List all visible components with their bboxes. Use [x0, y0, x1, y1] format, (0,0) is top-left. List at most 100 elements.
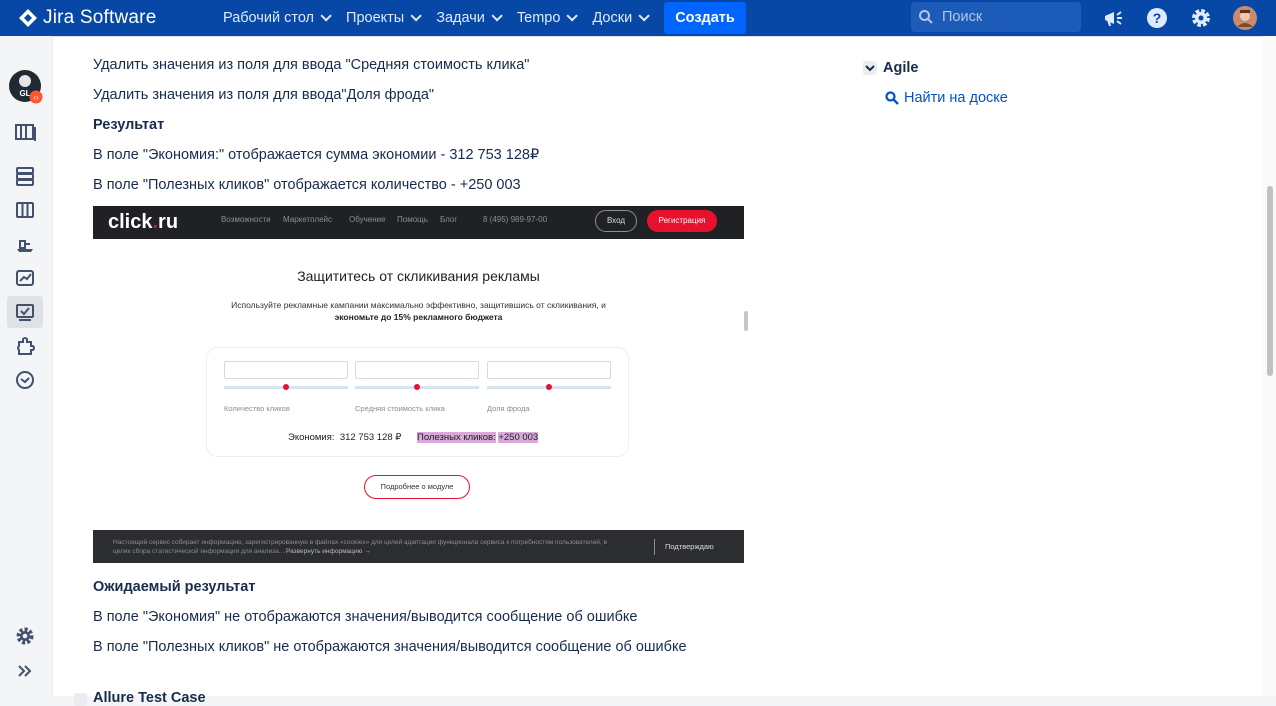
project-settings-icon[interactable] [11, 622, 39, 650]
economy-value: 312 753 128 ₽ [339, 432, 402, 443]
useful-clicks-value: +250 003 [498, 432, 539, 443]
nav-dashboard-label: Рабочий стол [223, 10, 315, 26]
description-line: В поле "Экономия:" отображается сумма эк… [93, 147, 540, 163]
site-title: Защититесь от скликивания рекламы [297, 268, 540, 284]
logo-tld: ru [158, 211, 179, 233]
jira-diamond-icon [19, 9, 37, 27]
nav-dashboard[interactable]: Рабочий стол [214, 0, 337, 36]
scrollbar-thumb[interactable] [1267, 186, 1273, 376]
agile-section-title: Agile [883, 60, 919, 76]
site-menu-item: Маркетплейс [283, 215, 333, 224]
nav-tempo-label: Tempo [516, 10, 561, 26]
expected-result-heading: Ожидаемый результат [93, 579, 256, 595]
chevron-down-icon [320, 10, 332, 22]
site-subtitle: Используйте рекламные кампании максималь… [231, 300, 606, 310]
chevron-down-icon [410, 10, 422, 22]
avg-cost-slider [355, 384, 479, 390]
site-menu-item: Возможности [221, 215, 271, 224]
svg-text:?: ? [1153, 10, 1162, 26]
expand-sidebar-icon[interactable] [11, 657, 39, 685]
page-scrollbar[interactable] [1263, 36, 1276, 696]
expected-line: В поле "Полезных кликов" не отображаются… [93, 639, 687, 655]
app-name: Jira Software [43, 7, 157, 28]
logo-main: click [108, 211, 153, 233]
clicks-slider [224, 384, 348, 390]
reports-icon[interactable] [11, 264, 39, 292]
slider-handle [414, 384, 420, 390]
description-line: Удалить значения из поля для ввода "Сред… [93, 57, 530, 73]
nav-boards[interactable]: Доски [583, 0, 655, 36]
useful-clicks-result: Полезных кликов: +250 003 [417, 432, 539, 443]
fraud-share-slider [487, 384, 611, 390]
section-toggle[interactable] [74, 693, 87, 706]
avg-cost-label: Средняя стоимость клика [355, 404, 445, 413]
avg-cost-field [355, 361, 479, 379]
timer-icon[interactable] [11, 366, 39, 394]
nav-boards-label: Доски [592, 10, 633, 26]
site-register-button: Регистрация [647, 210, 717, 232]
useful-clicks-label: Полезных кликов: [417, 432, 496, 443]
allure-section-title: Allure Test Case [93, 690, 206, 706]
more-about-module-button: Подробнее о модуле [364, 475, 470, 499]
nav-issues-label: Задачи [436, 10, 485, 26]
nav-projects[interactable]: Проекты [337, 0, 427, 36]
chevron-down-icon [566, 10, 579, 22]
slider-handle [546, 384, 552, 390]
avatar[interactable] [1233, 6, 1257, 30]
economy-label: Экономия: [288, 432, 335, 443]
board-icon[interactable] [11, 196, 39, 224]
attached-screenshot[interactable]: click.ru Возможности Маркетплейс Обучени… [93, 206, 744, 563]
search-icon [919, 10, 933, 24]
nav-projects-label: Проекты [346, 10, 405, 26]
fraud-share-label: Доля фрода [487, 404, 530, 413]
slider-handle [283, 384, 289, 390]
help-icon[interactable]: ? [1145, 6, 1169, 30]
backlog-icon[interactable] [11, 118, 39, 146]
find-on-board-label: Найти на доске [904, 90, 1008, 106]
jira-logo[interactable]: Jira Software [18, 7, 208, 29]
site-menu-item: Помощь [397, 215, 428, 224]
svg-text:‹›: ‹› [33, 93, 39, 102]
expected-line: В поле "Экономия" не отображаются значен… [93, 609, 638, 625]
top-navigation-bar: Jira Software Рабочий стол Проекты Задач… [0, 0, 1276, 36]
project-sidebar: GL ‹› [0, 36, 53, 696]
tests-icon[interactable] [7, 296, 43, 328]
issue-content: Удалить значения из поля для ввода "Сред… [53, 36, 1263, 706]
site-menu-item: Обучение [349, 215, 386, 224]
create-button[interactable]: Создать [664, 2, 746, 34]
economy-result: Экономия: 312 753 128 ₽ [288, 432, 401, 443]
site-subtitle-bold: экономьте до 15% рекламного бюджета [334, 312, 503, 322]
addons-icon[interactable] [11, 332, 39, 360]
main-nav: Рабочий стол Проекты Задачи Tempo Доски … [214, 0, 746, 36]
megaphone-icon[interactable] [1101, 6, 1125, 30]
nav-tempo[interactable]: Tempo [508, 0, 584, 36]
releases-icon[interactable] [11, 230, 39, 258]
cookie-more-link: Развернуть информацию → [286, 548, 371, 555]
calculator-card: Количество кликов Средняя стоимость клик… [206, 347, 629, 457]
project-avatar[interactable]: GL ‹› [9, 70, 43, 104]
chevron-down-icon [638, 10, 650, 22]
agile-collapse-toggle[interactable] [863, 61, 877, 75]
site-logo: click.ru [108, 211, 178, 234]
find-on-board-link[interactable]: Найти на доске [885, 90, 1008, 106]
description-line: В поле "Полезных кликов" отображается ко… [93, 177, 521, 193]
settings-icon[interactable] [1189, 6, 1213, 30]
panel-resize-handle[interactable] [744, 311, 748, 331]
search-placeholder: Поиск [942, 9, 983, 25]
cookie-text: Настоящий сервис собирает информацию, за… [113, 538, 613, 556]
svg-text:GL: GL [19, 89, 30, 98]
nav-issues[interactable]: Задачи [427, 0, 508, 36]
chevron-down-icon [865, 65, 875, 72]
fraud-share-field [487, 361, 611, 379]
site-menu-item: 8 (495) 989-97-00 [483, 215, 548, 224]
description-line: Удалить значения из поля для ввода"Доля … [93, 87, 435, 103]
cookie-banner: Настоящий сервис собирает информацию, за… [93, 530, 744, 563]
search-icon [885, 91, 899, 105]
stack-icon[interactable] [11, 162, 39, 190]
chevron-down-icon [491, 10, 503, 22]
site-header: click.ru Возможности Маркетплейс Обучени… [93, 206, 744, 239]
result-heading: Результат [93, 117, 165, 133]
cookie-confirm-button: Подтверждаю [654, 539, 714, 555]
search-input[interactable]: Поиск [911, 2, 1081, 32]
clicks-field [224, 361, 348, 379]
